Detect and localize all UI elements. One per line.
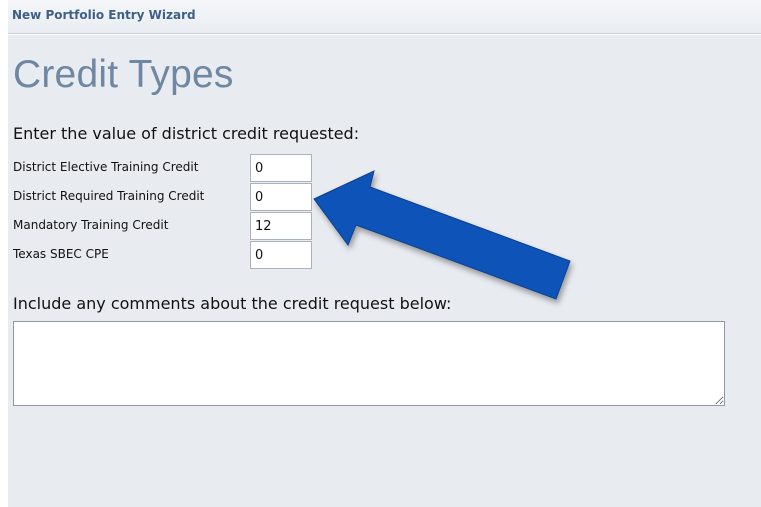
credit-label: District Elective Training Credit (13, 160, 199, 174)
page-title: Credit Types (13, 53, 234, 96)
arrow-pointing-up-left-icon (313, 170, 571, 300)
credit-label: Texas SBEC CPE (13, 247, 109, 261)
wizard-title: New Portfolio Entry Wizard (12, 8, 196, 22)
left-margin (0, 0, 8, 507)
credit-label: District Required Training Credit (13, 189, 205, 203)
wizard-header: New Portfolio Entry Wizard (8, 0, 761, 34)
arrow-shape (313, 170, 571, 300)
credit-instruction: Enter the value of district credit reque… (13, 124, 360, 143)
comments-textarea[interactable] (13, 321, 725, 406)
credit-label: Mandatory Training Credit (13, 218, 169, 232)
